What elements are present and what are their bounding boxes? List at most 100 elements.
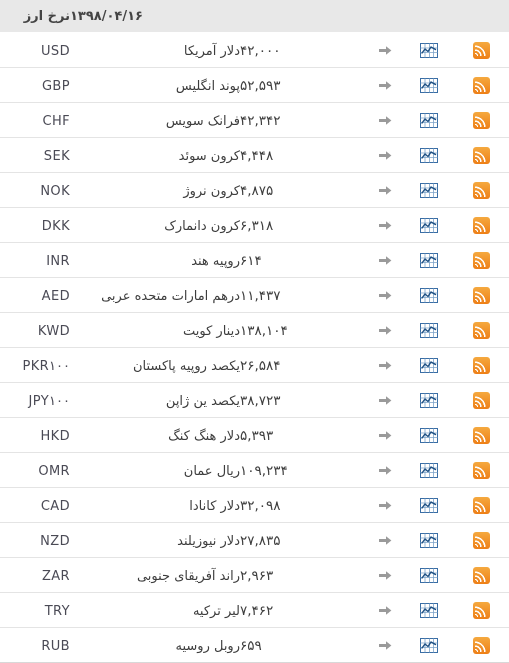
rss-feed-icon[interactable] [472,357,490,374]
table-row: ۶,۳۱۸ کرون دانمارک DKK [0,207,509,242]
line-chart-icon[interactable] [420,218,438,233]
line-chart-icon[interactable] [420,148,438,163]
currency-name-cell: ریال عمان [70,452,240,487]
rss-feed-icon[interactable] [472,392,490,409]
rate-value-cell: ۱۰۹,۲۳۴ [240,452,365,487]
rss-feed-icon[interactable] [472,637,490,654]
rss-feed-icon[interactable] [472,567,490,584]
rss-feed-icon[interactable] [472,602,490,619]
rate-value-cell: ۳۸,۷۲۳ [240,382,365,417]
line-chart-icon[interactable] [420,428,438,443]
currency-code: CHF [42,114,70,129]
line-chart-icon[interactable] [420,603,438,618]
detail-cell [365,277,405,312]
arrow-right-icon[interactable] [378,570,392,581]
rss-cell [453,312,509,347]
currency-name-cell: پوند انگلیس [70,67,240,102]
rss-cell [453,137,509,172]
arrow-right-icon[interactable] [378,80,392,91]
rss-feed-icon[interactable] [472,462,490,479]
rss-feed-icon[interactable] [472,77,490,94]
rate-value-cell: ۲۶,۵۸۴ [240,347,365,382]
line-chart-icon[interactable] [420,463,438,478]
arrow-right-icon[interactable] [378,500,392,511]
rss-feed-icon[interactable] [472,41,490,59]
currency-name: کرون سوئد [178,149,240,164]
detail-cell [365,487,405,522]
line-chart-icon[interactable] [420,568,438,583]
rss-feed-icon[interactable] [472,427,490,444]
arrow-right-icon[interactable] [378,640,392,651]
chart-cell [405,417,453,452]
rate-value: ۱۰۹,۲۳۴ [240,463,288,479]
rate-value-cell: ۷,۴۶۲ [240,592,365,627]
chart-cell [405,102,453,137]
arrow-right-icon[interactable] [378,465,392,476]
rss-feed-icon[interactable] [472,322,490,339]
rss-feed-icon[interactable] [472,252,490,269]
rss-feed-icon[interactable] [472,147,490,164]
rss-feed-icon[interactable] [472,497,490,514]
rss-feed-icon[interactable] [472,532,490,549]
arrow-right-icon[interactable] [378,220,392,231]
currency-code: INR [46,254,70,269]
line-chart-icon[interactable] [420,183,438,198]
currency-name-cell: درهم امارات متحده عربی [70,277,240,312]
currency-code-cell: CAD [0,487,70,522]
line-chart-icon[interactable] [420,638,438,653]
line-chart-icon[interactable] [420,42,438,58]
line-chart-icon[interactable] [420,78,438,93]
arrow-right-icon[interactable] [378,325,392,336]
line-chart-icon[interactable] [420,253,438,268]
line-chart-icon[interactable] [420,533,438,548]
currency-code-cell: SEK [0,137,70,172]
rate-value: ۵,۳۹۳ [240,428,274,444]
currency-name-cell: دلار هنگ کنگ [70,417,240,452]
arrow-right-icon[interactable] [378,605,392,616]
header-value-column [240,0,365,32]
line-chart-icon[interactable] [420,358,438,373]
arrow-right-icon[interactable] [378,150,392,161]
line-chart-icon[interactable] [420,288,438,303]
header-row: ۱۳۹۸/۰۴/۱۶ نرخ ارز [0,0,509,32]
rate-value: ۵۲,۵۹۳ [240,78,281,94]
arrow-right-icon[interactable] [378,290,392,301]
currency-code: HKD [40,429,70,444]
rss-feed-icon[interactable] [472,287,490,304]
arrow-right-icon[interactable] [378,395,392,406]
currency-code-cell: HKD [0,417,70,452]
currency-name-cell: یکصد روپیه پاکستان [70,347,240,382]
arrow-right-icon[interactable] [378,115,392,126]
detail-cell [365,452,405,487]
line-chart-icon[interactable] [420,113,438,128]
chart-cell [405,627,453,662]
rate-value: ۱۱,۴۳۷ [240,288,281,304]
currency-code: ZAR [41,569,70,584]
currency-code: OMR [38,464,70,479]
rate-value-cell: ۳۲,۰۹۸ [240,487,365,522]
rate-value: ۲,۹۶۳ [240,568,274,584]
chart-cell [405,207,453,242]
rss-feed-icon[interactable] [472,112,490,129]
rate-value: ۴,۴۴۸ [240,148,274,164]
table-row: ۵۲,۵۹۳ پوند انگلیس GBP [0,67,509,102]
line-chart-icon[interactable] [420,393,438,408]
arrow-right-icon[interactable] [378,430,392,441]
currency-code-cell: NOK [0,172,70,207]
arrow-right-icon[interactable] [378,255,392,266]
arrow-right-icon[interactable] [378,45,392,56]
arrow-right-icon[interactable] [378,535,392,546]
rss-cell [453,452,509,487]
rss-feed-icon[interactable] [472,217,490,234]
arrow-right-icon[interactable] [378,185,392,196]
currency-name: دلار هنگ کنگ [168,429,240,444]
table-row: ۷,۴۶۲ لیر ترکیه TRY [0,592,509,627]
rss-feed-icon[interactable] [472,182,490,199]
line-chart-icon[interactable] [420,323,438,338]
rate-value-cell: ۲,۹۶۳ [240,557,365,592]
table-row: ۱۰۹,۲۳۴ ریال عمان OMR [0,452,509,487]
currency-name: کرون نروژ [183,184,240,199]
line-chart-icon[interactable] [420,498,438,513]
table-row: ۴,۴۴۸ کرون سوئد SEK [0,137,509,172]
arrow-right-icon[interactable] [378,360,392,371]
